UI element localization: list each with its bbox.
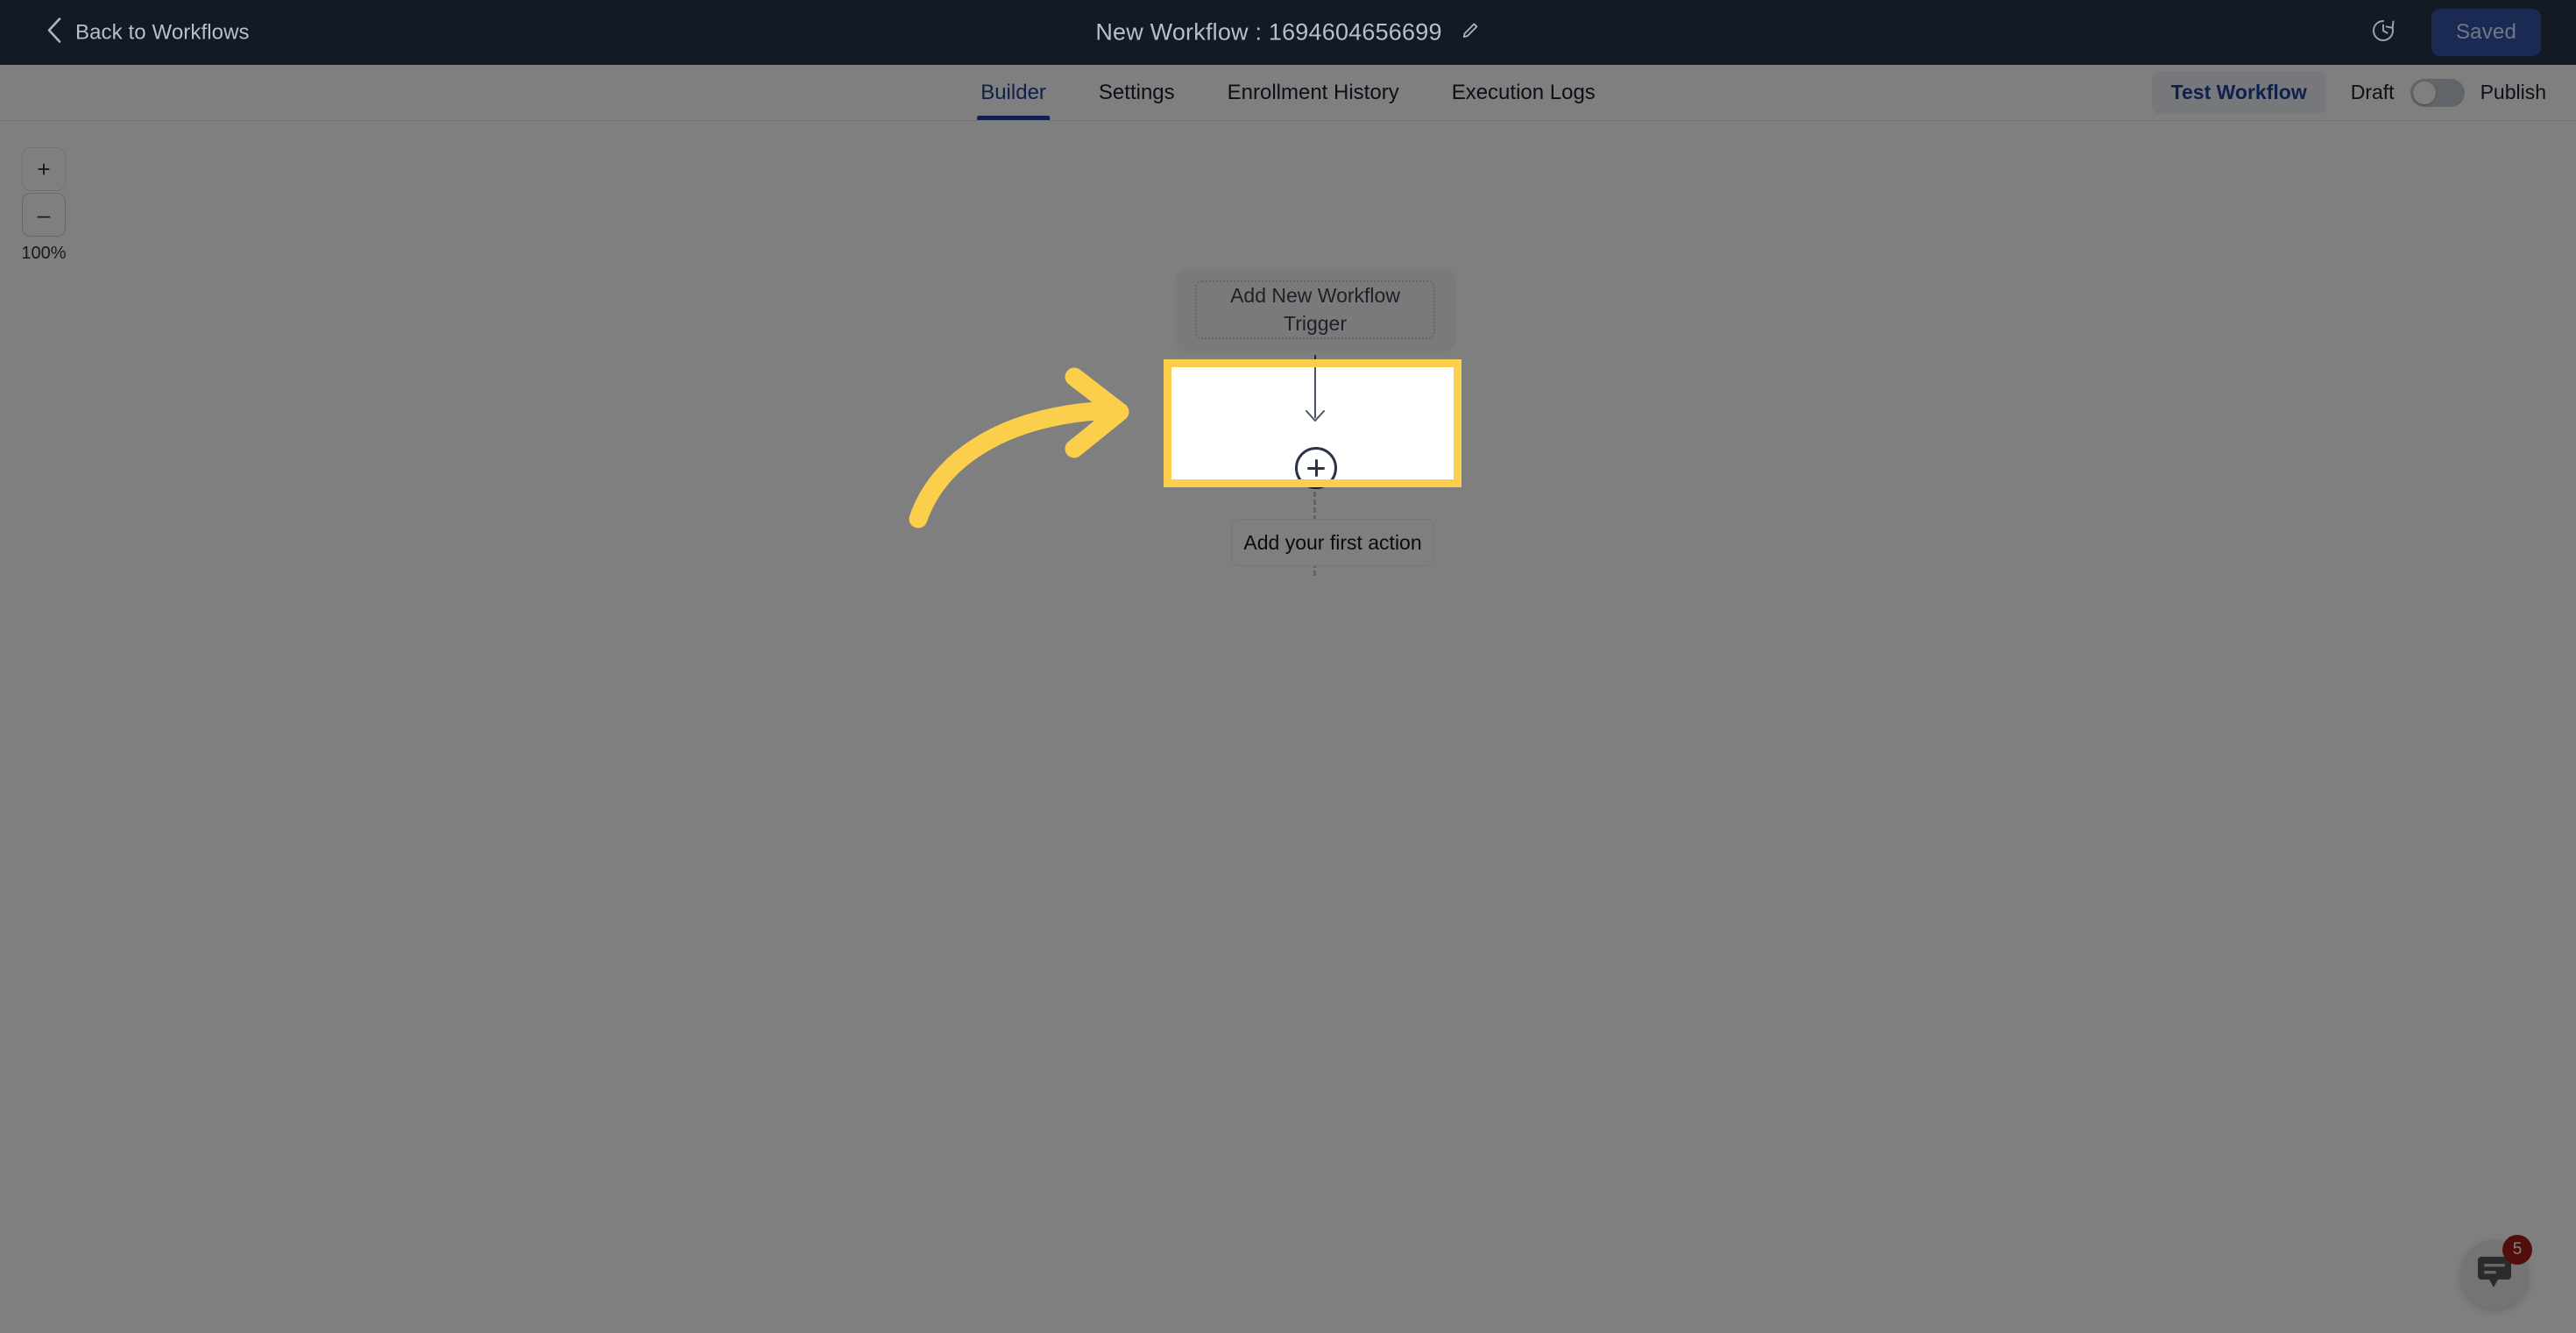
zoom-in-button[interactable]: + (22, 147, 66, 191)
draft-publish-group: Draft Publish (2350, 78, 2546, 107)
zoom-level-label: 100% (21, 244, 67, 263)
test-workflow-button[interactable]: Test Workflow (2151, 71, 2326, 114)
publish-toggle[interactable] (2410, 78, 2465, 107)
add-step-plus-icon[interactable] (1295, 447, 1337, 489)
page-title: New Workflow : 1694604656699 (1095, 18, 1442, 46)
chat-launcher-button[interactable]: 5 (2460, 1235, 2532, 1308)
zoom-out-button[interactable]: – (22, 193, 66, 237)
tab-list: Builder Settings Enrollment History Exec… (954, 65, 1622, 120)
zoom-controls: + – 100% (12, 147, 75, 264)
tab-execution-logs[interactable]: Execution Logs (1426, 65, 1622, 120)
publish-label: Publish (2480, 81, 2546, 103)
saved-status-button[interactable]: Saved (2431, 9, 2541, 56)
plus-vertical-bar (1314, 459, 1318, 477)
chat-unread-badge: 5 (2502, 1235, 2532, 1265)
add-first-action-button[interactable]: Add your first action (1231, 519, 1434, 566)
workflow-title-group: New Workflow : 1694604656699 (1095, 19, 1480, 46)
draft-label: Draft (2350, 81, 2395, 103)
workflow-trigger-node[interactable]: Add New Workflow Trigger (1175, 269, 1455, 351)
publish-toggle-knob (2412, 81, 2436, 104)
tab-settings[interactable]: Settings (1072, 65, 1201, 120)
topbar-right-group: Saved (2370, 9, 2541, 56)
top-bar: Back to Workflows New Workflow : 1694604… (0, 0, 2576, 65)
add-workflow-trigger-button[interactable]: Add New Workflow Trigger (1195, 280, 1435, 339)
history-clock-icon[interactable] (2370, 18, 2396, 48)
pencil-icon[interactable] (1461, 21, 1481, 45)
tabbar-right-group: Test Workflow Draft Publish (2151, 65, 2546, 120)
workflow-canvas[interactable]: + – 100% Add New Workflow Trigger Add yo… (0, 120, 2576, 1333)
tab-bar: Builder Settings Enrollment History Exec… (0, 65, 2576, 121)
tab-enrollment-history[interactable]: Enrollment History (1201, 65, 1426, 120)
back-to-workflows-link[interactable]: Back to Workflows (46, 17, 250, 49)
tab-builder[interactable]: Builder (954, 65, 1072, 120)
chevron-left-icon (46, 17, 63, 49)
back-to-workflows-label: Back to Workflows (75, 20, 250, 44)
connector-arrowhead-icon (1305, 409, 1326, 428)
